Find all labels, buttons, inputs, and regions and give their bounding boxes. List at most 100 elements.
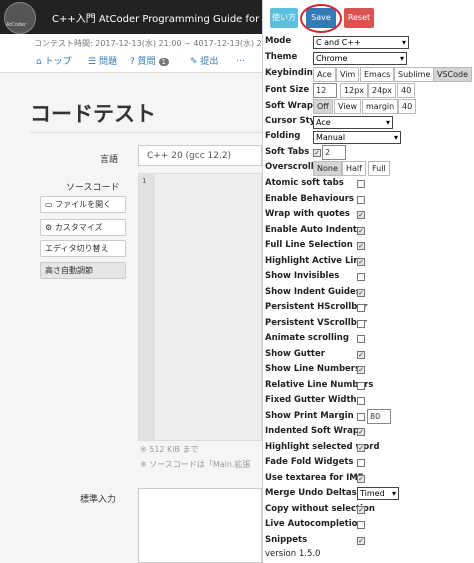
snippets-checkbox[interactable]: ✓ bbox=[357, 537, 365, 545]
mode-select[interactable]: C and C++ ▾ bbox=[313, 36, 409, 49]
list-icon: ☰ bbox=[88, 57, 97, 67]
use-textarea-for-ime-checkbox[interactable]: ✓ bbox=[357, 475, 365, 483]
indented-soft-wrap-checkbox[interactable]: ✓ bbox=[357, 428, 365, 436]
soft-wrap-40[interactable]: 40 bbox=[398, 99, 417, 114]
highlight-active-line-checkbox[interactable]: ✓ bbox=[357, 258, 365, 266]
nav-more-label: … bbox=[236, 54, 245, 64]
size-limit-note: ※ 512 KiB まで bbox=[140, 445, 199, 454]
keybinding-vim[interactable]: Vim bbox=[336, 67, 360, 82]
switch-editor-button[interactable]: エディタ切り替え bbox=[40, 240, 126, 257]
merge-undo-deltas-label: Merge Undo Deltas bbox=[265, 488, 357, 498]
show-line-numbers-label: Show Line Numbers bbox=[265, 364, 361, 374]
animate-scrolling-checkbox[interactable] bbox=[357, 335, 365, 343]
usage-button[interactable]: 使い方 bbox=[270, 8, 298, 28]
clarification-badge: 1 bbox=[158, 58, 170, 66]
show-indent-guides-label: Show Indent Guides bbox=[265, 287, 361, 297]
font-size-12px[interactable]: 12px bbox=[340, 83, 368, 98]
enable-behaviours-label: Enable Behaviours bbox=[265, 194, 354, 204]
folding-select[interactable]: Manual ▾ bbox=[313, 131, 401, 144]
highlight-active-line-label: Highlight Active Line bbox=[265, 256, 366, 266]
contest-nav: ⌂ トップ ☰ 問題 ? 質問 1 ✎ 提出 … bbox=[0, 50, 262, 73]
indented-soft-wrap-label: Indented Soft Wrap bbox=[265, 426, 359, 436]
show-indent-guides-checkbox[interactable]: ✓ bbox=[357, 289, 365, 297]
atcoder-logo[interactable] bbox=[4, 2, 36, 34]
soft-wrap-view[interactable]: View bbox=[334, 99, 361, 114]
soft-tabs-checkbox[interactable]: ✓ bbox=[313, 149, 321, 157]
full-line-selection-checkbox[interactable]: ✓ bbox=[357, 242, 365, 250]
reset-button[interactable]: Reset bbox=[344, 8, 374, 28]
fixed-gutter-width-label: Fixed Gutter Width bbox=[265, 395, 357, 405]
cursor-style-select[interactable]: Ace ▾ bbox=[313, 116, 393, 129]
title-divider bbox=[30, 132, 262, 133]
nav-tasks[interactable]: ☰ 問題 bbox=[88, 54, 117, 67]
wrap-with-quotes-checkbox[interactable]: ✓ bbox=[357, 211, 365, 219]
filename-note: ※ ソースコードは「Main.拡張 bbox=[140, 460, 251, 469]
fade-fold-widgets-checkbox[interactable] bbox=[357, 459, 365, 467]
open-file-button[interactable]: ▭ ファイルを開く bbox=[40, 196, 126, 213]
language-label: 言語 bbox=[100, 155, 119, 165]
auto-height-button[interactable]: 高さ自動調節 bbox=[40, 262, 126, 279]
merge-undo-deltas-select[interactable]: Timed ▾ bbox=[357, 487, 399, 500]
customize-button[interactable]: ⚙ カスタマイズ bbox=[40, 219, 126, 236]
live-autocompletion-checkbox[interactable] bbox=[357, 521, 365, 529]
nav-clarifications-label: 質問 bbox=[137, 57, 156, 67]
question-icon: ? bbox=[130, 57, 135, 67]
keybinding-vscode[interactable]: VSCode bbox=[433, 67, 473, 82]
atomic-soft-tabs-checkbox[interactable] bbox=[357, 180, 365, 188]
nav-more[interactable]: … bbox=[236, 54, 245, 64]
persistent-hscrollbar-label: Persistent HScrollbar bbox=[265, 302, 368, 312]
highlight-selected-word-checkbox[interactable]: ✓ bbox=[357, 444, 365, 452]
switch-editor-label: エディタ切り替え bbox=[45, 244, 109, 253]
folding-value: Manual bbox=[316, 133, 346, 142]
show-gutter-label: Show Gutter bbox=[265, 349, 325, 359]
chevron-down-icon: ▾ bbox=[391, 489, 396, 498]
persistent-vscrollbar-checkbox[interactable] bbox=[357, 320, 365, 328]
show-print-margin-checkbox[interactable] bbox=[357, 413, 365, 421]
fade-fold-widgets-label: Fade Fold Widgets bbox=[265, 457, 354, 467]
theme-select[interactable]: Chrome ▾ bbox=[313, 52, 407, 65]
enable-auto-indent-checkbox[interactable]: ✓ bbox=[357, 227, 365, 235]
show-line-numbers-checkbox[interactable]: ✓ bbox=[357, 366, 365, 374]
enable-behaviours-checkbox[interactable] bbox=[357, 196, 365, 204]
animate-scrolling-label: Animate scrolling bbox=[265, 333, 349, 343]
show-print-margin-input[interactable]: 80 bbox=[367, 409, 391, 424]
page-title: コードテスト bbox=[30, 102, 156, 126]
soft-wrap-margin[interactable]: margin bbox=[362, 99, 399, 114]
mode-label: Mode bbox=[265, 36, 292, 46]
nav-submit[interactable]: ✎ 提出 bbox=[190, 54, 218, 67]
nav-top-label: トップ bbox=[44, 57, 72, 67]
font-size-24px[interactable]: 24px bbox=[368, 83, 396, 98]
soft-wrap-off[interactable]: Off bbox=[313, 99, 333, 114]
stdin-label: 標準入力 bbox=[80, 495, 117, 505]
persistent-hscrollbar-checkbox[interactable] bbox=[357, 304, 365, 312]
overscroll-none[interactable]: None bbox=[313, 161, 342, 176]
language-select[interactable]: C++ 20 (gcc 12.2) bbox=[138, 145, 262, 166]
nav-clarifications[interactable]: ? 質問 1 bbox=[130, 54, 170, 67]
show-gutter-checkbox[interactable]: ✓ bbox=[357, 351, 365, 359]
show-invisibles-checkbox[interactable] bbox=[357, 273, 365, 281]
keybinding-emacs[interactable]: Emacs bbox=[360, 67, 395, 82]
relative-line-numbers-checkbox[interactable] bbox=[357, 382, 365, 390]
font-size-input[interactable]: 12 bbox=[313, 83, 337, 98]
use-textarea-for-ime-label: Use textarea for IME bbox=[265, 473, 364, 483]
copy-without-selection-checkbox[interactable]: ✓ bbox=[357, 506, 365, 514]
fixed-gutter-width-checkbox[interactable] bbox=[357, 397, 365, 405]
overscroll-half[interactable]: Half bbox=[342, 161, 366, 176]
contest-time: コンテスト時間: 2017-12-13(水) 21:00 ~ 4017-12-1… bbox=[34, 39, 280, 48]
enable-auto-indent-label: Enable Auto Indent bbox=[265, 225, 357, 235]
code-editor[interactable]: 1 bbox=[138, 173, 262, 441]
keybinding-ace[interactable]: Ace bbox=[313, 67, 336, 82]
live-autocompletion-label: Live Autocompletion bbox=[265, 519, 364, 529]
font-size-40[interactable]: 40 bbox=[397, 83, 416, 98]
merge-undo-deltas-value: Timed bbox=[360, 489, 385, 498]
keybinding-sublime[interactable]: Sublime bbox=[394, 67, 435, 82]
soft-tabs-label: Soft Tabs bbox=[265, 147, 310, 157]
nav-top[interactable]: ⌂ トップ bbox=[36, 54, 72, 67]
customize-label: カスタマイズ bbox=[54, 223, 103, 232]
mode-value: C and C++ bbox=[316, 38, 361, 47]
highlight-circle bbox=[300, 4, 342, 33]
submit-icon: ✎ bbox=[190, 57, 198, 67]
stdin-input[interactable] bbox=[138, 488, 262, 563]
overscroll-full[interactable]: Full bbox=[368, 161, 390, 176]
soft-tabs-size-input[interactable]: 2 bbox=[322, 145, 346, 160]
